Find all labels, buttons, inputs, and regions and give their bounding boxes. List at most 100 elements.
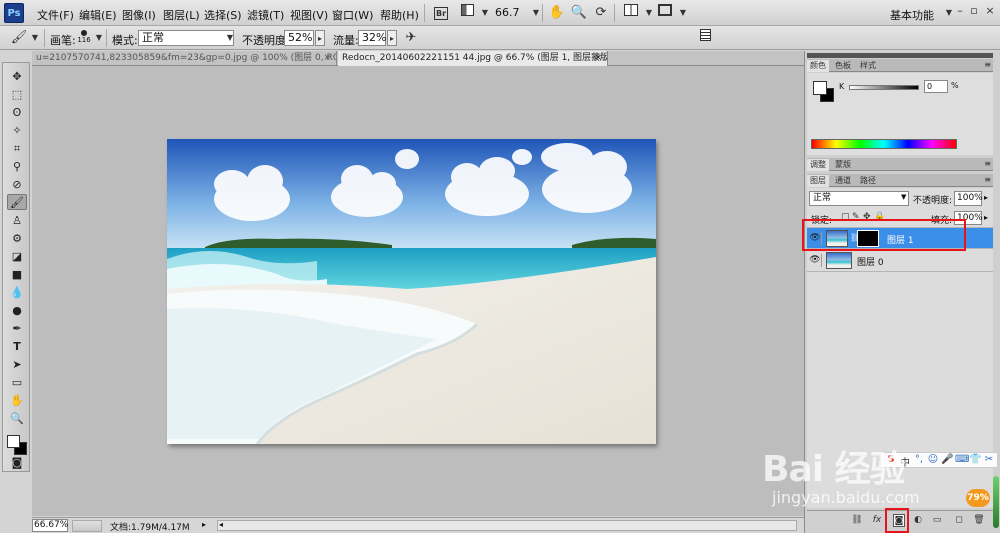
marquee-tool-icon[interactable]: ⬚ bbox=[7, 87, 27, 103]
horizontal-scrollbar[interactable]: ◂ bbox=[217, 520, 797, 531]
chevron-down-icon[interactable]: ▼ bbox=[94, 30, 104, 46]
chevron-down-icon[interactable]: ▼ bbox=[225, 30, 235, 46]
panel-menu-icon[interactable]: ≡ bbox=[984, 159, 991, 168]
dodge-tool-icon[interactable]: ● bbox=[7, 303, 27, 319]
photoshop-logo[interactable]: Ps bbox=[4, 3, 24, 23]
panel-menu-icon[interactable]: ≡ bbox=[984, 60, 991, 69]
color-spectrum-bar[interactable] bbox=[811, 139, 957, 149]
blend-mode-select[interactable]: 正常 bbox=[138, 30, 234, 46]
status-menu-arrow-icon[interactable]: ▸ bbox=[202, 520, 206, 529]
brush-panel-toggle-icon[interactable] bbox=[696, 29, 714, 47]
tab-styles[interactable]: 样式 bbox=[857, 60, 879, 72]
rotate-view-icon[interactable]: ⟳ bbox=[592, 4, 610, 22]
history-brush-tool-icon[interactable]: ⚙ bbox=[7, 231, 27, 247]
flow-slider-button[interactable]: ▸ bbox=[387, 30, 397, 46]
minimize-icon[interactable]: – bbox=[954, 4, 966, 20]
opacity-slider-button[interactable]: ▸ bbox=[315, 30, 325, 46]
tab-color[interactable]: 颜色 bbox=[807, 60, 829, 72]
menu-layer[interactable]: 图层(L) bbox=[163, 7, 200, 23]
arrange-documents-icon[interactable] bbox=[622, 4, 640, 22]
hand-tool-icon[interactable]: ✋ bbox=[548, 4, 566, 22]
crop-tool-icon[interactable]: ⌗ bbox=[7, 141, 27, 157]
layer-opacity-input[interactable]: 100% bbox=[954, 191, 983, 206]
close-icon[interactable]: × bbox=[984, 4, 996, 20]
visibility-eye-icon[interactable]: 👁 bbox=[809, 254, 822, 267]
layer-blend-mode-select[interactable]: 正常 bbox=[809, 191, 909, 206]
menu-file[interactable]: 文件(F) bbox=[37, 7, 74, 23]
tab-document-1[interactable]: u=2107570741,823305859&fm=23&gp=0.jpg @ … bbox=[32, 51, 337, 66]
tab-paths[interactable]: 路径 bbox=[857, 175, 879, 187]
workspace-switcher[interactable]: 基本功能 bbox=[890, 7, 934, 23]
gradient-tool-icon[interactable]: ■ bbox=[7, 267, 27, 283]
brush-tool-preset-icon[interactable]: 🖌 bbox=[10, 29, 28, 47]
close-icon[interactable]: × bbox=[594, 51, 602, 65]
progress-badge[interactable]: 79% bbox=[966, 489, 990, 507]
delete-layer-icon[interactable]: 🗑 bbox=[973, 514, 985, 527]
canvas-area[interactable] bbox=[32, 66, 804, 516]
chevron-down-icon[interactable]: ▼ bbox=[674, 4, 692, 22]
tab-masks[interactable]: 蒙版 bbox=[832, 159, 854, 171]
brush-preset-picker[interactable]: 116 bbox=[76, 29, 92, 47]
zoom-tool-icon[interactable]: 🔍 bbox=[570, 4, 588, 22]
skin-icon[interactable]: 👕 bbox=[969, 454, 981, 465]
menu-view[interactable]: 视图(V) bbox=[290, 7, 328, 23]
menu-edit[interactable]: 编辑(E) bbox=[79, 7, 117, 23]
healing-brush-tool-icon[interactable]: ⊘ bbox=[7, 177, 27, 193]
close-icon[interactable]: × bbox=[323, 51, 331, 65]
menu-filter[interactable]: 滤镜(T) bbox=[247, 7, 284, 23]
settings-icon[interactable]: ✂ bbox=[983, 454, 995, 465]
mini-bridge-icon[interactable] bbox=[458, 4, 476, 22]
lasso-tool-icon[interactable]: ʘ bbox=[7, 105, 27, 121]
group-layers-icon[interactable]: ▭ bbox=[931, 514, 943, 527]
k-value-input[interactable]: 0 bbox=[924, 80, 948, 93]
chevron-down-icon[interactable]: ▼ bbox=[901, 193, 906, 201]
voice-icon[interactable]: 🎤 bbox=[941, 454, 953, 465]
bridge-icon[interactable]: Br bbox=[432, 4, 450, 22]
pen-tool-icon[interactable]: ✒ bbox=[7, 321, 27, 337]
menu-window[interactable]: 窗口(W) bbox=[332, 7, 373, 23]
tab-layers[interactable]: 图层 bbox=[807, 175, 829, 187]
adjustment-layer-icon[interactable]: ◐ bbox=[912, 514, 924, 527]
eyedropper-tool-icon[interactable]: ⚲ bbox=[7, 159, 27, 175]
chevron-down-icon[interactable]: ▼ bbox=[476, 4, 494, 22]
chevron-down-icon[interactable]: ▼ bbox=[30, 30, 40, 46]
zoom-field[interactable]: 66.7 bbox=[495, 6, 531, 19]
layer-row-0[interactable]: 👁 图层 0 bbox=[807, 250, 993, 272]
hand-tool-icon[interactable]: ✋ bbox=[7, 393, 27, 409]
menu-help[interactable]: 帮助(H) bbox=[380, 7, 419, 23]
layer-style-icon[interactable]: fx bbox=[871, 514, 883, 527]
screen-mode-icon[interactable] bbox=[656, 4, 674, 22]
tab-swatches[interactable]: 色板 bbox=[832, 60, 854, 72]
restore-icon[interactable]: ▫ bbox=[968, 4, 980, 20]
sogou-s-icon[interactable]: S bbox=[885, 454, 897, 465]
type-tool-icon[interactable]: T bbox=[7, 339, 27, 355]
new-layer-icon[interactable]: ◻ bbox=[953, 514, 965, 527]
menu-select[interactable]: 选择(S) bbox=[204, 7, 242, 23]
zoom-tool-icon[interactable]: 🔍 bbox=[7, 411, 27, 427]
keyboard-icon[interactable]: ⌨ bbox=[955, 454, 969, 465]
menu-image[interactable]: 图像(I) bbox=[122, 7, 156, 23]
flow-input[interactable]: 32% bbox=[358, 30, 386, 46]
brush-tool-icon[interactable]: 🖌 bbox=[7, 194, 27, 210]
opacity-slider-arrow-icon[interactable]: ▸ bbox=[984, 193, 988, 202]
blur-tool-icon[interactable]: 💧 bbox=[7, 285, 27, 301]
link-layers-icon[interactable]: ⛓ bbox=[851, 514, 863, 527]
layer-thumbnail[interactable] bbox=[826, 252, 852, 269]
quick-mask-icon[interactable]: ◙ bbox=[7, 455, 27, 471]
emoji-icon[interactable]: ☺ bbox=[927, 454, 939, 465]
panel-menu-icon[interactable]: ≡ bbox=[984, 175, 991, 184]
magic-wand-tool-icon[interactable]: ✧ bbox=[7, 123, 27, 139]
eraser-tool-icon[interactable]: ◪ bbox=[7, 249, 27, 265]
zoom-status-input[interactable]: 66.67% bbox=[32, 519, 68, 532]
shape-tool-icon[interactable]: ▭ bbox=[7, 375, 27, 391]
foreground-color-swatch[interactable] bbox=[7, 435, 20, 448]
opacity-input[interactable]: 52% bbox=[284, 30, 314, 46]
move-tool-icon[interactable]: ✥ bbox=[7, 69, 27, 85]
airbrush-icon[interactable]: ✈ bbox=[402, 29, 420, 47]
tab-channels[interactable]: 通道 bbox=[832, 175, 854, 187]
punctuation-icon[interactable]: °, bbox=[913, 454, 925, 465]
layer-name[interactable]: 图层 0 bbox=[857, 255, 884, 268]
scroll-left-icon[interactable]: ◂ bbox=[219, 520, 223, 529]
chinese-input-icon[interactable]: 中 bbox=[899, 454, 911, 469]
panel-dock-header[interactable] bbox=[807, 53, 993, 58]
